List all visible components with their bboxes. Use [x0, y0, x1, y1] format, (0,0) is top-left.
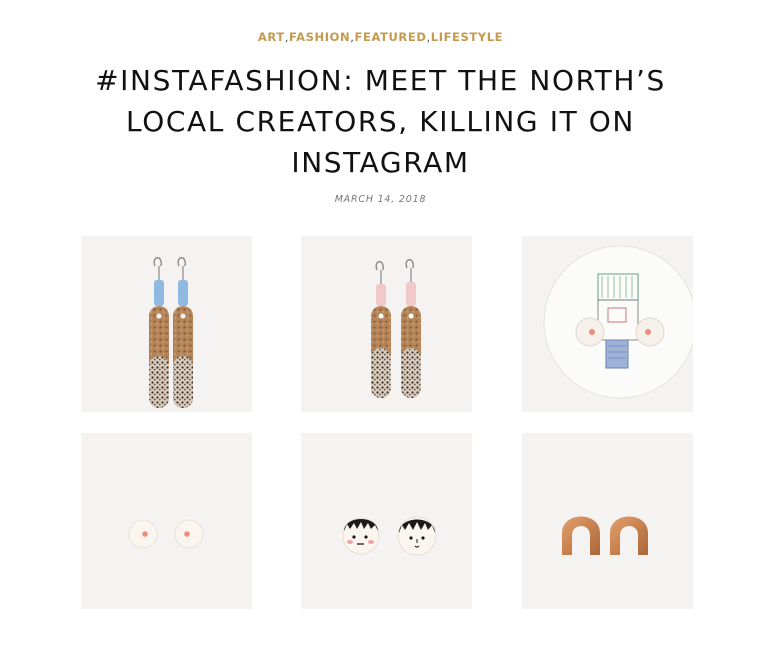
post-title-line: INSTAGRAM	[291, 146, 470, 179]
gallery-image-pink-drop-earrings[interactable]	[301, 236, 472, 412]
post-date: MARCH 14, 2018	[334, 194, 427, 205]
post-title-line: #INSTAFASHION: MEET THE NORTH’S	[95, 64, 666, 97]
gallery-image-blue-drop-earrings[interactable]	[81, 236, 252, 412]
category-link-lifestyle[interactable]: LIFESTYLE	[431, 30, 503, 44]
gallery-image-card-studs[interactable]	[522, 236, 693, 412]
post-categories: ART,FASHION,FEATURED,LIFESTYLE	[0, 30, 761, 44]
category-link-fashion[interactable]: FASHION	[289, 30, 350, 44]
post-title: #INSTAFASHION: MEET THE NORTH’S LOCAL CR…	[0, 60, 761, 183]
gallery-image-copper-arch-studs[interactable]	[522, 433, 693, 609]
gallery-image-face-studs[interactable]	[301, 433, 472, 609]
gallery-image-dot-studs[interactable]	[81, 433, 252, 609]
category-link-art[interactable]: ART	[258, 30, 285, 44]
category-link-featured[interactable]: FEATURED	[355, 30, 427, 44]
post-title-line: LOCAL CREATORS, KILLING IT ON	[126, 105, 635, 138]
